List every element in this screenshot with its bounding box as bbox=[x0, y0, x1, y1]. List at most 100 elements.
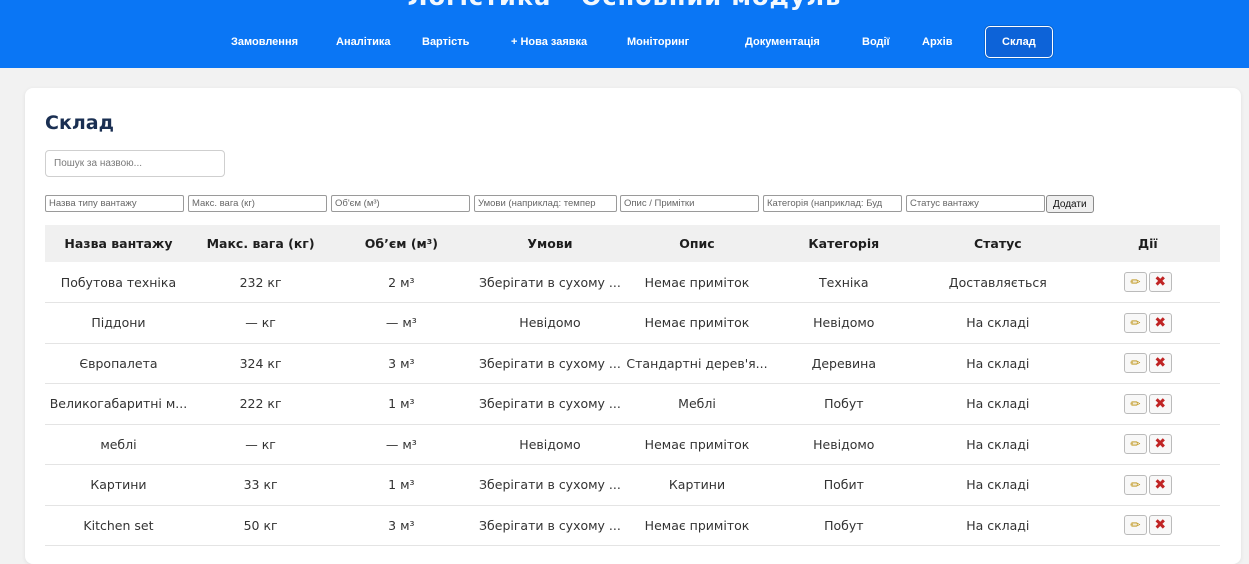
app-title: Логістика - Основний модуль bbox=[0, 0, 1249, 11]
cell-description: Немає приміток bbox=[626, 505, 768, 546]
pencil-icon: ✏ bbox=[1130, 396, 1141, 411]
col-header-name: Назва вантажу bbox=[45, 225, 192, 262]
nav-analytics[interactable]: Аналітика bbox=[336, 26, 391, 58]
edit-button[interactable]: ✏ bbox=[1123, 474, 1147, 495]
volume-field[interactable] bbox=[331, 195, 470, 212]
cell-conditions: Невідомо bbox=[473, 302, 627, 344]
table-row: Великогабаритні м... 222 кг 1 м³ Зберіга… bbox=[45, 383, 1220, 425]
delete-button[interactable]: ✖ bbox=[1148, 272, 1172, 292]
table-row: Побутова техніка 232 кг 2 м³ Зберігати в… bbox=[45, 262, 1220, 303]
nav-new-request[interactable]: + Нова заявка bbox=[511, 26, 587, 58]
table-row: меблі — кг — м³ Невідомо Немає приміток … bbox=[45, 424, 1220, 465]
nav-orders[interactable]: Замовлення bbox=[231, 26, 298, 58]
main-nav: Замовлення Аналітика Вартість + Нова зая… bbox=[0, 26, 1249, 58]
col-header-conditions: Умови bbox=[473, 225, 627, 262]
cross-icon: ✖ bbox=[1154, 314, 1167, 331]
edit-button[interactable]: ✏ bbox=[1123, 434, 1147, 455]
col-header-volume: Об’єм (м³) bbox=[329, 225, 474, 262]
table-header-row: Назва вантажу Макс. вага (кг) Об’єм (м³)… bbox=[45, 225, 1220, 262]
pencil-icon: ✏ bbox=[1130, 315, 1141, 330]
delete-button[interactable]: ✖ bbox=[1148, 515, 1172, 536]
cell-conditions: Зберігати в сухому ... bbox=[473, 505, 627, 546]
cell-category: Невідомо bbox=[767, 302, 921, 344]
cell-conditions: Зберігати в сухому ... bbox=[473, 464, 627, 506]
cell-description: Немає приміток bbox=[626, 302, 768, 344]
cell-description: Меблі bbox=[626, 383, 768, 425]
cross-icon: ✖ bbox=[1154, 517, 1167, 534]
nav-cost[interactable]: Вартість bbox=[422, 26, 469, 58]
cell-description: Немає приміток bbox=[626, 262, 768, 303]
cell-actions: ✏ ✖ bbox=[1075, 343, 1220, 384]
delete-button[interactable]: ✖ bbox=[1148, 312, 1172, 333]
cell-name: Великогабаритні м... bbox=[45, 383, 192, 425]
nav-archive[interactable]: Архів bbox=[922, 26, 952, 58]
cell-weight: 33 кг bbox=[191, 464, 330, 506]
cross-icon: ✖ bbox=[1154, 476, 1167, 493]
cargo-table: Назва вантажу Макс. вага (кг) Об’єм (м³)… bbox=[45, 225, 1220, 546]
notes-field[interactable] bbox=[620, 195, 759, 212]
edit-button[interactable]: ✏ bbox=[1123, 515, 1147, 536]
cell-category: Деревина bbox=[767, 343, 921, 384]
col-header-weight: Макс. вага (кг) bbox=[191, 225, 330, 262]
nav-warehouse[interactable]: Склад bbox=[985, 26, 1053, 58]
cell-weight: 222 кг bbox=[191, 383, 330, 425]
page-title: Склад bbox=[45, 112, 114, 134]
delete-button[interactable]: ✖ bbox=[1148, 393, 1172, 414]
edit-button[interactable]: ✏ bbox=[1123, 393, 1147, 414]
add-cargo-form: Додати bbox=[45, 195, 1145, 213]
cell-name: Європалета bbox=[45, 343, 192, 384]
delete-button[interactable]: ✖ bbox=[1148, 474, 1172, 495]
col-header-description: Опис bbox=[626, 225, 768, 262]
cross-icon: ✖ bbox=[1154, 274, 1167, 290]
col-header-status: Статус bbox=[920, 225, 1076, 262]
cell-weight: — кг bbox=[191, 302, 330, 344]
cell-description: Стандартні дерев'я... bbox=[626, 343, 768, 384]
edit-button[interactable]: ✏ bbox=[1123, 272, 1147, 292]
cell-status: На складі bbox=[920, 383, 1076, 425]
cell-volume: 1 м³ bbox=[329, 464, 474, 506]
cross-icon: ✖ bbox=[1154, 436, 1167, 453]
nav-documentation[interactable]: Документація bbox=[745, 26, 820, 58]
table-row: Kitchen set 50 кг 3 м³ Зберігати в сухом… bbox=[45, 505, 1220, 546]
cell-category: Побут bbox=[767, 505, 921, 546]
cell-status: На складі bbox=[920, 424, 1076, 465]
conditions-field[interactable] bbox=[474, 195, 617, 212]
cross-icon: ✖ bbox=[1154, 355, 1167, 372]
table-row: Піддони — кг — м³ Невідомо Немає приміто… bbox=[45, 302, 1220, 344]
cell-description: Немає приміток bbox=[626, 424, 768, 465]
cell-status: На складі bbox=[920, 464, 1076, 506]
cell-status: На складі bbox=[920, 505, 1076, 546]
cell-weight: 232 кг bbox=[191, 262, 330, 303]
cell-conditions: Зберігати в сухому ... bbox=[473, 262, 627, 303]
cargo-name-field[interactable] bbox=[45, 195, 184, 212]
cell-category: Невідомо bbox=[767, 424, 921, 465]
cell-category: Техніка bbox=[767, 262, 921, 303]
cell-category: Побит bbox=[767, 464, 921, 506]
edit-button[interactable]: ✏ bbox=[1123, 312, 1147, 333]
search-input[interactable] bbox=[45, 150, 225, 177]
cell-volume: 2 м³ bbox=[329, 262, 474, 303]
edit-button[interactable]: ✏ bbox=[1123, 353, 1147, 374]
status-field[interactable] bbox=[906, 195, 1045, 212]
warehouse-card: Склад Додати Назва вантажу Макс. вага (к… bbox=[25, 88, 1241, 564]
cell-volume: — м³ bbox=[329, 424, 474, 465]
cell-actions: ✏ ✖ bbox=[1075, 302, 1220, 344]
category-field[interactable] bbox=[763, 195, 902, 212]
top-header: Логістика - Основний модуль Замовлення А… bbox=[0, 0, 1249, 68]
cell-status: На складі bbox=[920, 302, 1076, 344]
nav-monitoring[interactable]: Моніторинг bbox=[627, 26, 689, 58]
cross-icon: ✖ bbox=[1154, 395, 1167, 412]
add-button[interactable]: Додати bbox=[1046, 195, 1094, 213]
cell-name: меблі bbox=[45, 424, 192, 465]
col-header-actions: Дії bbox=[1075, 225, 1220, 262]
cell-weight: 324 кг bbox=[191, 343, 330, 384]
delete-button[interactable]: ✖ bbox=[1148, 434, 1172, 455]
nav-drivers[interactable]: Водії bbox=[862, 26, 890, 58]
delete-button[interactable]: ✖ bbox=[1148, 353, 1172, 374]
cell-actions: ✏ ✖ bbox=[1075, 424, 1220, 465]
pencil-icon: ✏ bbox=[1130, 518, 1141, 533]
pencil-icon: ✏ bbox=[1130, 437, 1141, 452]
cell-name: Картини bbox=[45, 464, 192, 506]
max-weight-field[interactable] bbox=[188, 195, 327, 212]
cell-actions: ✏ ✖ bbox=[1075, 262, 1220, 303]
